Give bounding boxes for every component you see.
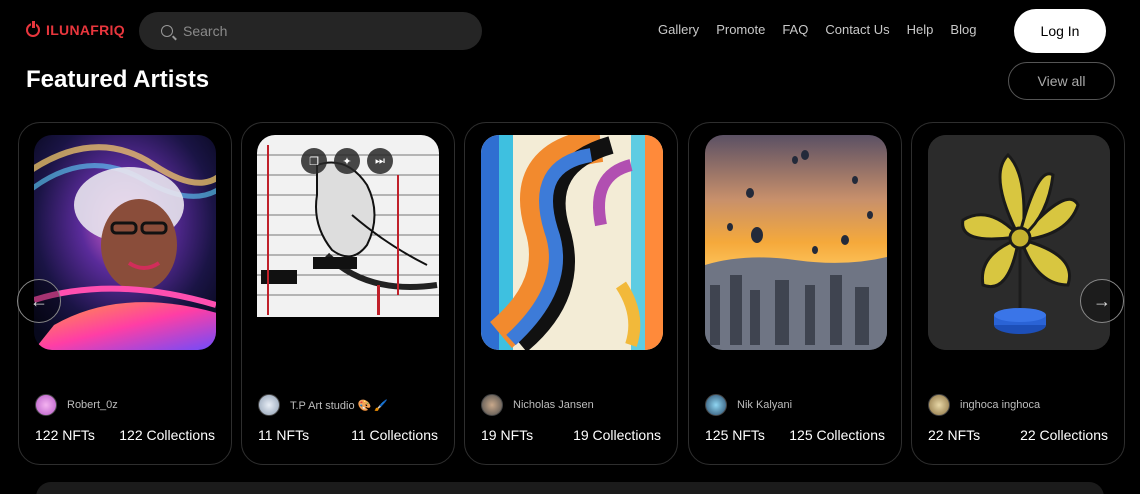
sparkle-icon[interactable]: ✦: [334, 148, 360, 174]
artist-card[interactable]: Nicholas Jansen 19 NFTs 19 Collections: [464, 122, 678, 465]
artwork-image[interactable]: [928, 135, 1110, 350]
collection-count: 19 Collections: [573, 427, 661, 443]
artist-info[interactable]: Robert_0z: [35, 394, 118, 416]
logo-text: ILUNAFRIQ: [46, 22, 125, 38]
copy-icon[interactable]: ❐: [301, 148, 327, 174]
top-nav: Gallery Promote FAQ Contact Us Help Blog: [658, 22, 976, 37]
nft-count: 11 NFTs: [258, 427, 310, 443]
artist-stats: 122 NFTs 122 Collections: [35, 427, 215, 443]
avatar: [258, 394, 280, 416]
artist-stats: 22 NFTs 22 Collections: [928, 427, 1108, 443]
artist-info[interactable]: Nicholas Jansen: [481, 394, 594, 416]
power-logo-icon: [26, 20, 40, 37]
artist-info[interactable]: inghoca inghoca: [928, 394, 1040, 416]
search-bar[interactable]: [139, 12, 482, 50]
artist-name: T.P Art studio 🎨 🖌️: [290, 399, 389, 412]
nav-contact-us[interactable]: Contact Us: [825, 22, 889, 37]
skip-next-icon[interactable]: ⏭: [367, 148, 393, 174]
search-input[interactable]: [183, 23, 463, 39]
nav-blog[interactable]: Blog: [950, 22, 976, 37]
artist-info[interactable]: Nik Kalyani: [705, 394, 792, 416]
nft-count: 22 NFTs: [928, 427, 981, 443]
artist-info[interactable]: T.P Art studio 🎨 🖌️: [258, 394, 388, 416]
collection-count: 125 Collections: [789, 427, 885, 443]
site-logo[interactable]: ILUNAFRIQ: [26, 20, 125, 38]
balloons-artwork: [705, 135, 887, 350]
bottom-section-edge: [36, 482, 1104, 494]
artwork-image[interactable]: ❐ ✦ ⏭: [257, 135, 439, 317]
nft-count: 125 NFTs: [705, 427, 765, 443]
flower-sculpture-artwork: [928, 135, 1110, 350]
portrait-artwork: [34, 135, 216, 350]
search-icon: [161, 25, 173, 37]
artwork-image[interactable]: [705, 135, 887, 350]
artwork-actions: ❐ ✦ ⏭: [301, 148, 393, 174]
arrow-left-icon: ←: [30, 290, 48, 311]
collection-count: 22 Collections: [1020, 427, 1108, 443]
avatar: [35, 394, 57, 416]
artwork-image[interactable]: [481, 135, 663, 350]
artist-name: Robert_0z: [67, 399, 118, 411]
collection-count: 122 Collections: [119, 427, 215, 443]
view-all-button[interactable]: View all: [1008, 62, 1115, 100]
nav-promote[interactable]: Promote: [716, 22, 765, 37]
artist-name: inghoca inghoca: [960, 399, 1041, 411]
abstract-artwork: [481, 135, 663, 350]
login-button[interactable]: Log In: [1014, 9, 1106, 53]
artist-name: Nik Kalyani: [737, 399, 793, 411]
avatar: [705, 394, 727, 416]
carousel-prev-button[interactable]: ←: [17, 279, 61, 323]
nav-gallery[interactable]: Gallery: [658, 22, 699, 37]
artist-stats: 11 NFTs 11 Collections: [258, 427, 438, 443]
collection-count: 11 Collections: [351, 427, 438, 443]
arrow-right-icon: →: [1093, 290, 1111, 311]
nav-faq[interactable]: FAQ: [782, 22, 808, 37]
artwork-image[interactable]: [34, 135, 216, 350]
nft-count: 122 NFTs: [35, 427, 95, 443]
artist-stats: 125 NFTs 125 Collections: [705, 427, 885, 443]
nav-help[interactable]: Help: [907, 22, 934, 37]
artist-stats: 19 NFTs 19 Collections: [481, 427, 661, 443]
carousel-next-button[interactable]: →: [1080, 279, 1124, 323]
nft-count: 19 NFTs: [481, 427, 534, 443]
section-title: Featured Artists: [26, 66, 210, 93]
avatar: [928, 394, 950, 416]
avatar: [481, 394, 503, 416]
artist-name: Nicholas Jansen: [513, 399, 594, 411]
artist-card[interactable]: Nik Kalyani 125 NFTs 125 Collections: [688, 122, 902, 465]
artist-card[interactable]: ❐ ✦ ⏭ T.P Art studio 🎨 🖌️ 11 NFTs 11 Col…: [241, 122, 455, 465]
